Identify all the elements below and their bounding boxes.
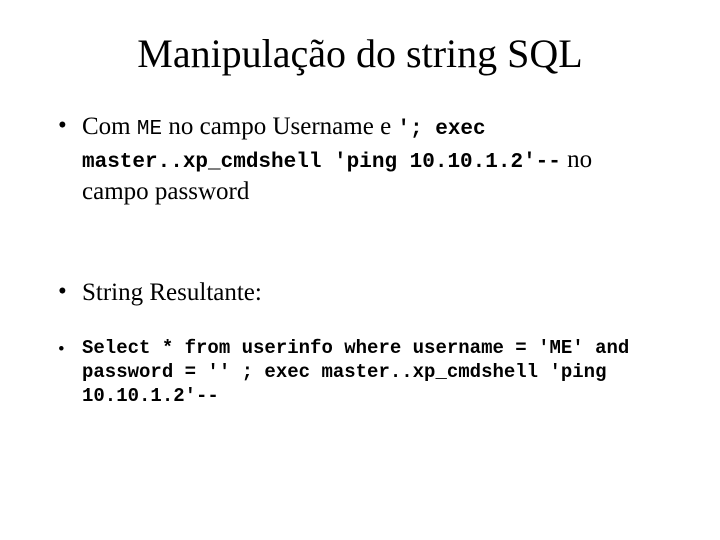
bullet-dot: • [58,337,82,362]
text-fragment: no campo Username e [162,113,397,140]
code-block: Select * from userinfo where username = … [82,337,662,408]
bullet-item-3: • Select * from userinfo where username … [58,337,662,408]
bullet-item-1: • Com ME no campo Username e '; exec mas… [58,111,662,209]
slide-title: Manipulação do string SQL [58,30,662,77]
bullet-text: String Resultante: [82,277,662,310]
bullet-dot: • [58,111,82,141]
bullet-text: Com ME no campo Username e '; exec maste… [82,111,662,209]
text-fragment: Com [82,113,137,140]
slide: Manipulação do string SQL • Com ME no ca… [0,0,720,540]
bullet-item-2: • String Resultante: [58,277,662,310]
bullet-dot: • [58,277,82,307]
code-fragment-me: ME [137,118,162,141]
spacer [58,237,662,277]
